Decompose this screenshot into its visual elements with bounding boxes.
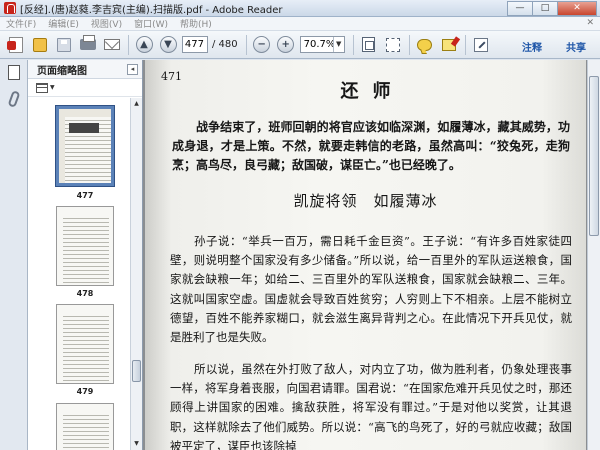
menu-bar: 文件(F) 编辑(E) 视图(V) 窗口(W) 帮助(H) ✕ <box>0 17 600 31</box>
page-thumbnails-icon <box>6 63 20 80</box>
toolbar-separator <box>352 34 354 55</box>
expand-icon <box>473 37 488 52</box>
highlight-icon <box>441 38 456 51</box>
zoom-out-button[interactable]: − <box>252 35 272 55</box>
scroll-up-icon[interactable]: ▲ <box>132 99 141 109</box>
toolbar-separator <box>245 34 247 55</box>
menu-file[interactable]: 文件(F) <box>6 17 36 30</box>
scrollbar-thumb[interactable] <box>589 76 599 236</box>
panel-options-button[interactable]: ▼ <box>28 79 142 97</box>
title-bar: [反经].(唐)赵蕤.李吉宾(主编).扫描版.pdf - Adobe Reade… <box>0 0 600 17</box>
fit-page-button[interactable] <box>359 35 379 55</box>
panel-header: 页面缩略图 ◂ <box>28 60 142 79</box>
chevron-down-icon: ▼ <box>50 84 55 91</box>
menu-edit[interactable]: 编辑(E) <box>48 17 79 30</box>
toolbar-separator <box>408 34 410 55</box>
save-icon <box>57 37 71 52</box>
share-pane-button[interactable]: 共享 <box>566 39 586 54</box>
create-pdf-icon <box>7 36 23 53</box>
fit-page-icon <box>362 37 376 52</box>
highlight-button[interactable] <box>439 35 459 55</box>
menu-window[interactable]: 窗口(W) <box>134 17 168 30</box>
menu-view[interactable]: 视图(V) <box>91 17 122 30</box>
sticky-note-button[interactable] <box>415 35 435 55</box>
thumbnail-page-477[interactable] <box>55 105 115 187</box>
document-close-icon[interactable]: ✕ <box>586 18 594 28</box>
document-scrollbar[interactable] <box>587 60 600 450</box>
toolbar: ▲ ▼ / 480 − + ▼ 注释 共享 <box>0 31 600 59</box>
minus-icon: − <box>253 36 271 53</box>
menu-help[interactable]: 帮助(H) <box>180 17 212 30</box>
thumbnail-panel: 页面缩略图 ◂ ▼ 477 478 479 ▲ ▼ <box>28 60 143 450</box>
maximize-button[interactable]: □ <box>532 1 558 16</box>
paperclip-icon <box>7 90 21 108</box>
print-button[interactable] <box>78 35 98 55</box>
full-screen-icon <box>385 37 400 52</box>
comment-pane-button[interactable]: 注释 <box>522 39 542 54</box>
plus-icon: + <box>277 36 295 53</box>
minimize-button[interactable]: — <box>507 1 533 16</box>
close-button[interactable]: ✕ <box>557 1 597 16</box>
email-icon <box>104 39 120 50</box>
panel-title: 页面缩略图 <box>37 65 87 77</box>
print-icon <box>80 35 96 50</box>
toolbar-separator <box>128 34 129 55</box>
email-button[interactable] <box>102 35 122 55</box>
save-button[interactable] <box>54 35 74 55</box>
options-icon <box>36 82 48 93</box>
arrow-up-icon: ▲ <box>135 36 153 53</box>
scrollbar-thumb[interactable] <box>132 360 141 382</box>
thumbnail-label: 478 <box>76 289 94 298</box>
thumbnail-label: 479 <box>76 387 94 396</box>
window-title: [反经].(唐)赵蕤.李吉宾(主编).扫描版.pdf - Adobe Reade… <box>20 4 283 16</box>
expand-button[interactable] <box>471 35 491 55</box>
scroll-down-icon[interactable]: ▼ <box>132 439 141 449</box>
page-number-input[interactable] <box>182 36 208 53</box>
thumbnail-page-478[interactable] <box>56 206 114 286</box>
next-page-button[interactable]: ▼ <box>158 35 178 55</box>
page-thumbnails-button[interactable] <box>5 63 23 82</box>
collapse-panel-button[interactable]: ◂ <box>127 64 138 75</box>
adobe-reader-icon <box>4 2 16 14</box>
chevron-down-icon[interactable]: ▼ <box>332 37 344 52</box>
window-controls: — □ ✕ <box>507 1 597 16</box>
thumbnail-list: 477 478 479 <box>28 98 141 450</box>
thumbnail-page-480[interactable] <box>56 403 114 450</box>
zoom-in-button[interactable]: + <box>276 35 296 55</box>
arrow-down-icon: ▼ <box>159 36 177 53</box>
previous-page-button[interactable]: ▲ <box>134 35 154 55</box>
section-title: 凯旋将领 如履薄冰 <box>293 192 438 210</box>
thumbnail-heading-block <box>69 123 99 133</box>
page-total: / 480 <box>212 39 238 50</box>
comment-icon <box>417 38 433 51</box>
zoom-select[interactable]: ▼ <box>299 36 345 53</box>
document-view[interactable]: 471 还师 战争结束了，班师回朝的将官应该如临深渊，如履薄冰，藏其威势，功成身… <box>143 60 600 450</box>
attachments-button[interactable] <box>5 90 23 108</box>
create-pdf-button[interactable] <box>6 35 26 55</box>
combine-files-icon <box>33 37 47 52</box>
thumbnail-scrollbar[interactable]: ▲ ▼ <box>130 98 142 450</box>
chapter-intro: 战争结束了，班师回朝的将官应该如临深渊，如履薄冰，藏其威势，功成身退，才是上策。… <box>172 120 570 172</box>
combine-files-button[interactable] <box>30 35 50 55</box>
navigation-rail <box>0 60 28 450</box>
thumbnail-label: 477 <box>76 191 94 200</box>
pdf-page: 471 还师 战争结束了，班师回朝的将官应该如临深渊，如履薄冰，藏其威势，功成身… <box>145 60 586 450</box>
body-paragraph: 孙子说：“举兵一百万，需日耗千金巨资”。王子说：“有许多百姓家徒四壁，则说明整个… <box>170 234 572 345</box>
body-paragraph: 所以说，虽然在外打败了敌人，对内立了功，做为胜利者，仍象处理丧事一样，将军身着丧… <box>170 362 572 450</box>
full-screen-button[interactable] <box>383 35 403 55</box>
chapter-title: 还师 <box>340 81 405 102</box>
zoom-input[interactable] <box>300 39 333 50</box>
toolbar-separator <box>464 34 466 55</box>
thumbnail-page-479[interactable] <box>56 304 114 384</box>
